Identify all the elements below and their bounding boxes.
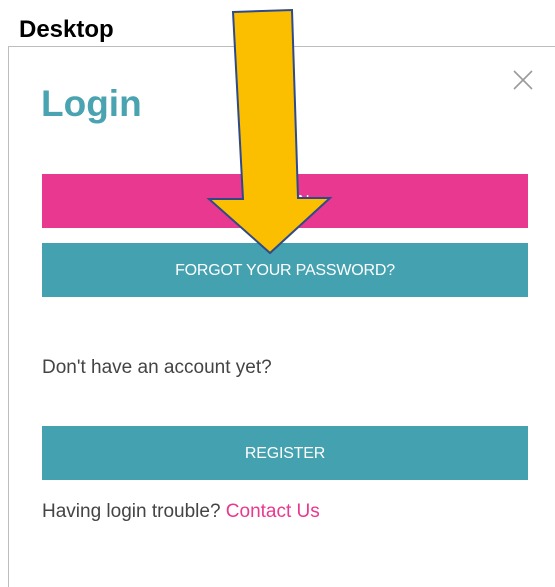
login-title: Login: [41, 83, 142, 124]
close-icon[interactable]: [510, 67, 536, 93]
login-button[interactable]: LOGIN: [42, 174, 528, 228]
desktop-label: Desktop: [19, 16, 114, 43]
contact-us-link[interactable]: Contact Us: [226, 501, 320, 522]
login-trouble-text: Having login trouble? Contact Us: [42, 500, 320, 524]
forgot-password-button[interactable]: FORGOT YOUR PASSWORD?: [42, 243, 528, 297]
register-button[interactable]: REGISTER: [42, 426, 528, 480]
trouble-label: Having login trouble?: [42, 501, 226, 522]
no-account-text: Don't have an account yet?: [42, 357, 272, 378]
